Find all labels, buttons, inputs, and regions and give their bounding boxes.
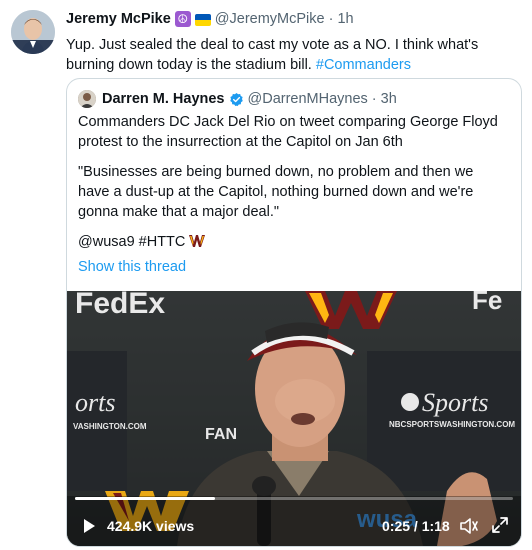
author-handle[interactable]: @JeremyMcPike [215, 11, 325, 27]
volume-icon[interactable] [459, 516, 479, 536]
ukraine-flag-icon [194, 13, 211, 26]
quoted-paragraph-1: Commanders DC Jack Del Rio on tweet comp… [78, 114, 498, 150]
mentions-hashtags: @wusa9 #HTTC [78, 234, 186, 250]
quoted-handle[interactable]: @DarrenMHaynes [248, 91, 368, 107]
svg-text:Sports: Sports [422, 388, 488, 417]
quoted-avatar[interactable] [78, 90, 96, 108]
tweet[interactable]: Jeremy McPike ☮ @JeremyMcPike · 1h Yup. … [0, 0, 532, 550]
tweet-header: Jeremy McPike ☮ @JeremyMcPike · 1h [66, 11, 354, 27]
separator-dot: · [328, 11, 334, 27]
commanders-logo-icon [189, 235, 206, 247]
play-icon[interactable] [81, 518, 97, 534]
quoted-avatar-icon [78, 90, 96, 108]
peace-emoji-icon: ☮ [174, 11, 191, 27]
svg-text:FAN: FAN [205, 426, 237, 443]
quoted-text: Commanders DC Jack Del Rio on tweet comp… [78, 112, 508, 262]
video-views: 424.9K views [107, 518, 195, 534]
quoted-header: Darren M. Haynes @DarrenMHaynes · 3h [78, 90, 397, 108]
hashtag-link[interactable]: #Commanders [316, 57, 411, 73]
quoted-paragraph-2: "Businesses are being burned down, no pr… [78, 164, 474, 220]
fullscreen-icon[interactable] [491, 516, 509, 534]
quoted-author-name[interactable]: Darren M. Haynes [102, 91, 225, 107]
svg-text:VASHINGTON.COM: VASHINGTON.COM [73, 422, 147, 431]
tweet-text: Yup. Just sealed the deal to cast my vot… [66, 36, 521, 75]
video-progress-fill [75, 497, 216, 500]
video-time: 0:25 / 1:18 [382, 518, 450, 534]
video-progress-bar[interactable] [75, 497, 513, 500]
svg-text:NBCSPORTSWASHINGTON.COM: NBCSPORTSWASHINGTON.COM [389, 420, 515, 429]
author-name[interactable]: Jeremy McPike [66, 11, 171, 27]
video-controls: 424.9K views 0:25 / 1:18 [67, 506, 521, 546]
show-thread-link[interactable]: Show this thread [78, 259, 186, 275]
svg-text:orts: orts [75, 388, 115, 417]
video-player[interactable]: FedEx Fe orts VASHINGTON.COM Sports NBCS… [67, 291, 521, 546]
quoted-timestamp[interactable]: 3h [381, 91, 397, 107]
tweet-body: Yup. Just sealed the deal to cast my vot… [66, 37, 479, 73]
svg-text:FedEx: FedEx [75, 291, 165, 320]
verified-badge-icon [229, 92, 243, 106]
avatar-photo-icon [11, 10, 55, 54]
quoted-paragraph-3: @wusa9 #HTTC [78, 232, 508, 252]
svg-text:Fe: Fe [472, 291, 502, 315]
avatar[interactable] [11, 10, 55, 54]
tweet-timestamp[interactable]: 1h [337, 11, 353, 27]
quoted-tweet[interactable]: Darren M. Haynes @DarrenMHaynes · 3h Com… [66, 78, 522, 547]
separator-dot: · [371, 91, 377, 107]
